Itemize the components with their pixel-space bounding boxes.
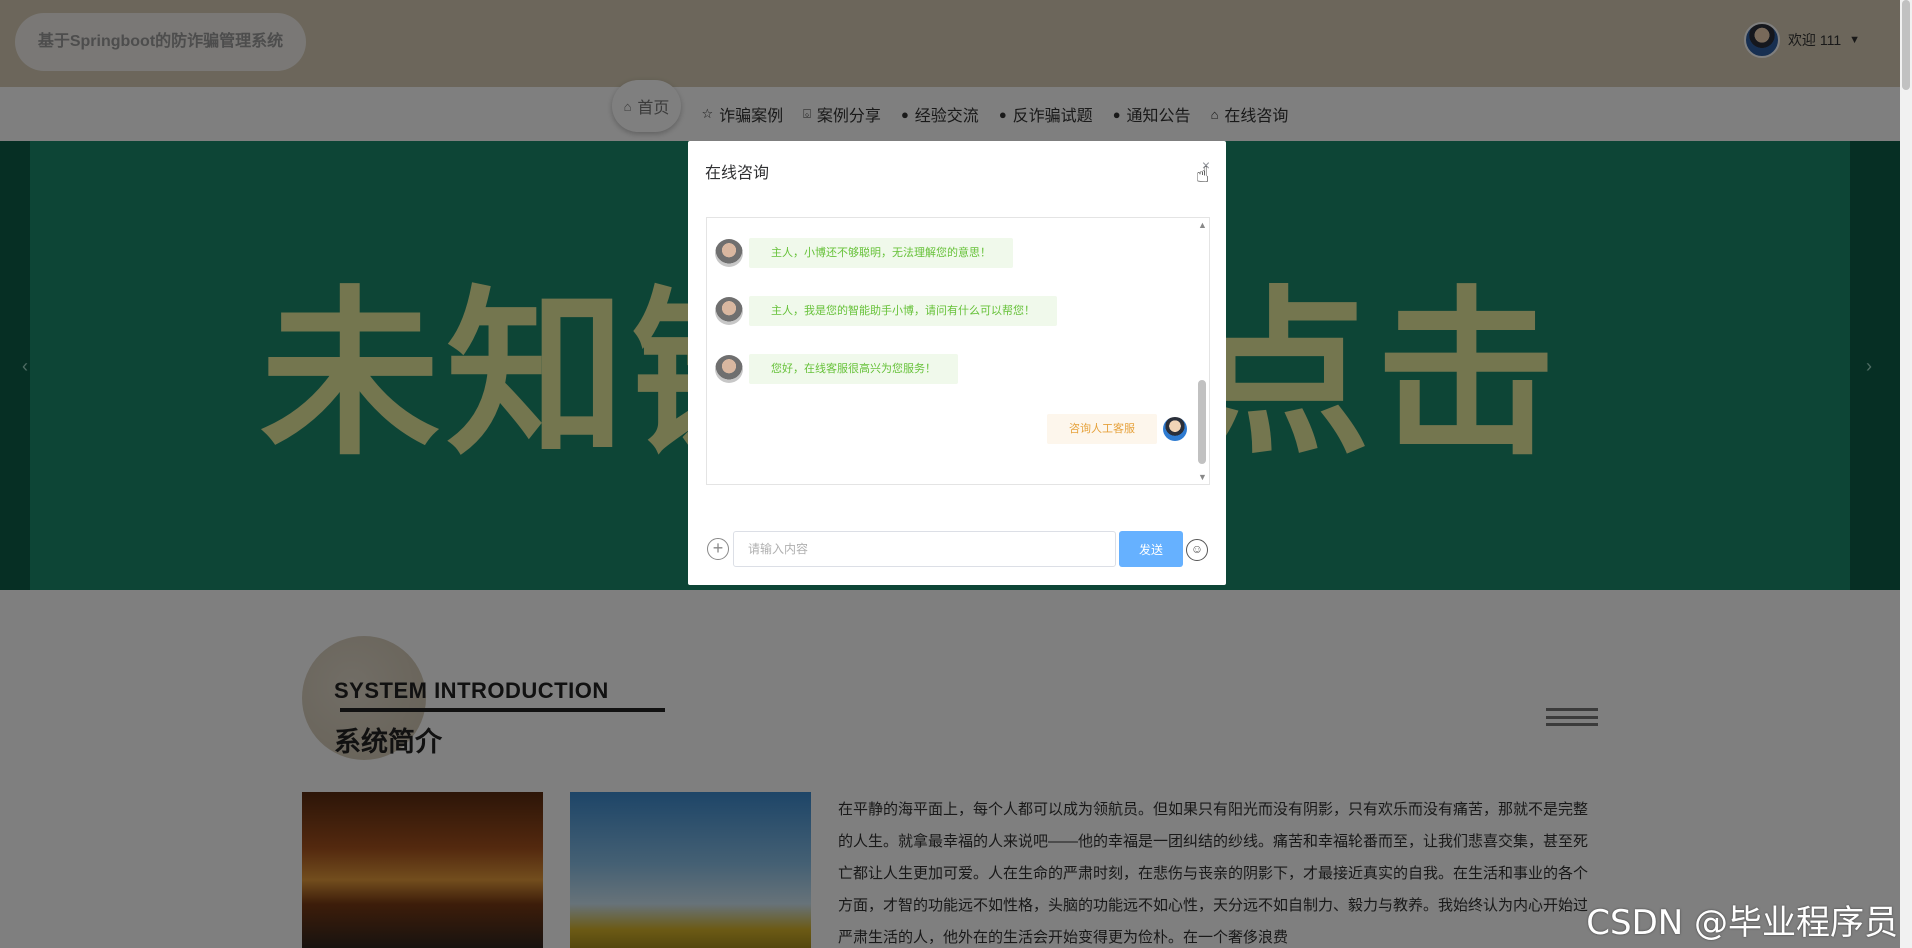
dialog-title: 在线咨询 — [705, 165, 770, 182]
chat-input[interactable] — [733, 531, 1116, 567]
chat-scrollbar[interactable]: ▲ ▼ — [1195, 218, 1209, 484]
scroll-down-icon[interactable]: ▼ — [1198, 472, 1207, 482]
chat-message: 主人，我是您的智能助手小博，请问有什么可以帮您！ — [715, 296, 1057, 326]
bot-avatar — [715, 355, 743, 383]
chat-bubble: 主人，我是您的智能助手小博，请问有什么可以帮您！ — [749, 296, 1057, 326]
chat-message: 您好，在线客服很高兴为您服务！ — [715, 354, 958, 384]
chat-message-user: 咨询人工客服 — [1047, 414, 1187, 444]
bot-avatar — [715, 239, 743, 267]
chat-scroll-thumb[interactable] — [1198, 380, 1206, 464]
scroll-thumb[interactable] — [1902, 0, 1910, 90]
chat-bubble: 咨询人工客服 — [1047, 414, 1157, 444]
chat-dialog: 在线咨询 × ☝ 主人，小博还不够聪明，无法理解您的意思！ 主人，我是您的智能助… — [688, 141, 1226, 585]
user-avatar — [1163, 417, 1187, 441]
hand-pointer-icon: ☝ — [1196, 162, 1210, 187]
chat-bubble: 您好，在线客服很高兴为您服务！ — [749, 354, 958, 384]
page-scrollbar[interactable] — [1900, 0, 1912, 948]
watermark: CSDN @毕业程序员 — [1586, 903, 1898, 943]
scroll-up-icon[interactable]: ▲ — [1198, 220, 1207, 230]
chat-history[interactable]: 主人，小博还不够聪明，无法理解您的意思！ 主人，我是您的智能助手小博，请问有什么… — [706, 217, 1210, 485]
bot-avatar — [715, 297, 743, 325]
chat-bubble: 主人，小博还不够聪明，无法理解您的意思！ — [749, 238, 1013, 268]
send-button[interactable]: 发送 — [1119, 531, 1183, 567]
plus-icon[interactable]: + — [707, 538, 729, 560]
chat-message: 主人，小博还不够聪明，无法理解您的意思！ — [715, 238, 1013, 268]
emoji-icon[interactable]: ☺ — [1186, 539, 1208, 561]
